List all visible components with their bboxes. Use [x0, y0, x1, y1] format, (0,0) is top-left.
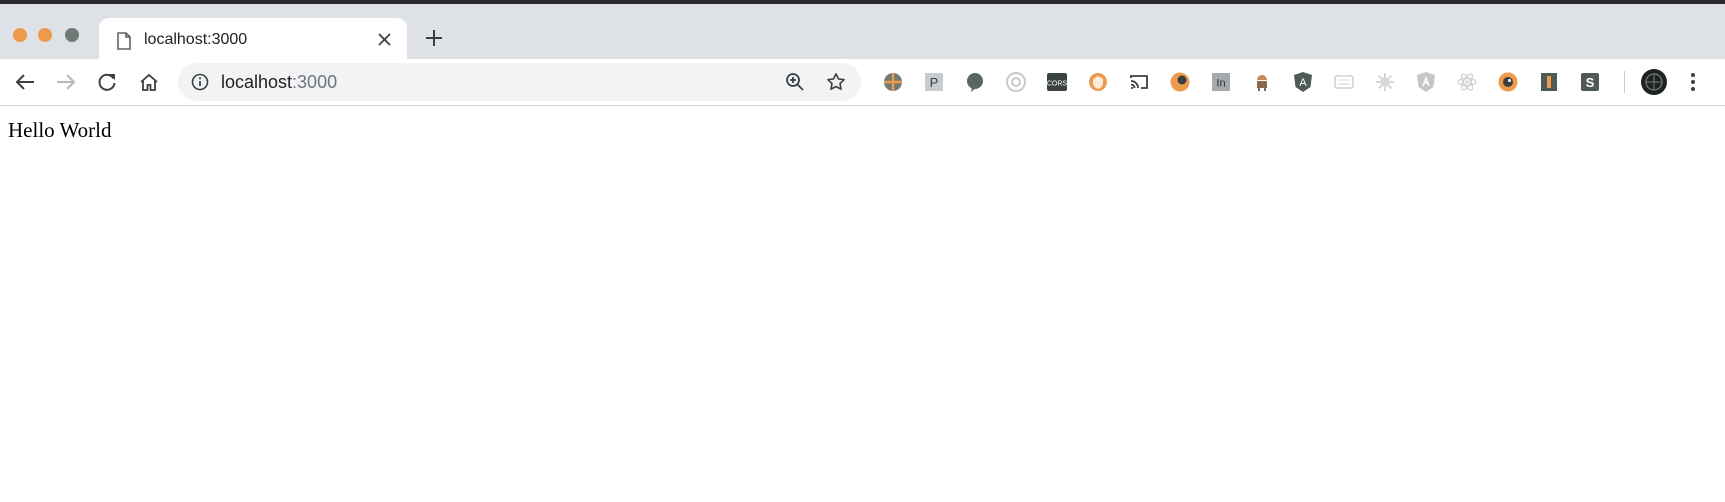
- orange-eye-extension-icon[interactable]: [1497, 71, 1519, 93]
- angular-light-extension-icon[interactable]: [1415, 71, 1437, 93]
- cors-extension-label: CORS: [1047, 81, 1068, 88]
- forward-button[interactable]: [52, 68, 80, 96]
- toolbar-divider: [1624, 71, 1625, 93]
- tab-localhost[interactable]: localhost:3000: [99, 18, 407, 63]
- battery-extension-icon[interactable]: [1538, 71, 1560, 93]
- cors-extension-icon[interactable]: CORS: [1046, 71, 1068, 93]
- home-icon: [140, 73, 158, 91]
- react-extension-icon[interactable]: [1456, 71, 1478, 93]
- tab-strip: localhost:3000: [0, 4, 1725, 63]
- tab-title: localhost:3000: [144, 31, 248, 48]
- url-port: :3000: [292, 72, 338, 92]
- p-extension-label: P: [930, 75, 939, 90]
- target-extension-icon[interactable]: [1005, 71, 1027, 93]
- plus-icon: [426, 30, 442, 46]
- bookmark-star-icon[interactable]: [826, 72, 846, 97]
- s-extension-icon[interactable]: S: [1579, 71, 1601, 93]
- info-icon[interactable]: [191, 73, 209, 96]
- url-host: localhost: [221, 72, 293, 92]
- orange-shield-extension-icon[interactable]: [1087, 71, 1109, 93]
- arrow-right-icon: [57, 74, 76, 90]
- in-extension-label: In: [1216, 78, 1225, 90]
- minimize-window-button[interactable]: [38, 28, 52, 42]
- close-window-button[interactable]: [13, 28, 27, 42]
- browser-toolbar: localhost:3000 P CORS In A S: [0, 59, 1725, 105]
- document-icon: [117, 32, 131, 55]
- new-tab-button[interactable]: [421, 25, 447, 51]
- toolbar-separator: [0, 105, 1725, 106]
- keyboard-extension-icon[interactable]: [1333, 71, 1355, 93]
- tab-close-icon[interactable]: [374, 29, 394, 49]
- zoom-icon[interactable]: [785, 72, 805, 97]
- reload-icon: [98, 73, 116, 91]
- s-extension-label: S: [1586, 75, 1595, 90]
- more-menu-icon[interactable]: [1683, 71, 1703, 93]
- reload-button[interactable]: [93, 68, 121, 96]
- cast-icon[interactable]: [1128, 71, 1150, 93]
- speech-bubble-extension-icon[interactable]: [964, 71, 986, 93]
- in-extension-icon[interactable]: In: [1210, 71, 1232, 93]
- orange-circle-extension-icon[interactable]: [1169, 71, 1191, 93]
- back-button[interactable]: [11, 68, 39, 96]
- p-extension-icon[interactable]: P: [923, 71, 945, 93]
- zoom-window-button[interactable]: [65, 28, 79, 42]
- angular-extension-icon[interactable]: A: [1292, 71, 1314, 93]
- angular-extension-label: A: [1299, 77, 1307, 89]
- profile-avatar[interactable]: [1641, 69, 1667, 95]
- address-bar[interactable]: localhost:3000: [178, 63, 861, 101]
- home-button[interactable]: [135, 68, 163, 96]
- url-text: localhost:3000: [221, 72, 337, 93]
- page-body-text: Hello World: [8, 118, 112, 142]
- gear-extension-icon[interactable]: [1374, 71, 1396, 93]
- arrow-left-icon: [15, 74, 34, 90]
- android-extension-icon[interactable]: [1251, 71, 1273, 93]
- globe-extension-icon[interactable]: [882, 71, 904, 93]
